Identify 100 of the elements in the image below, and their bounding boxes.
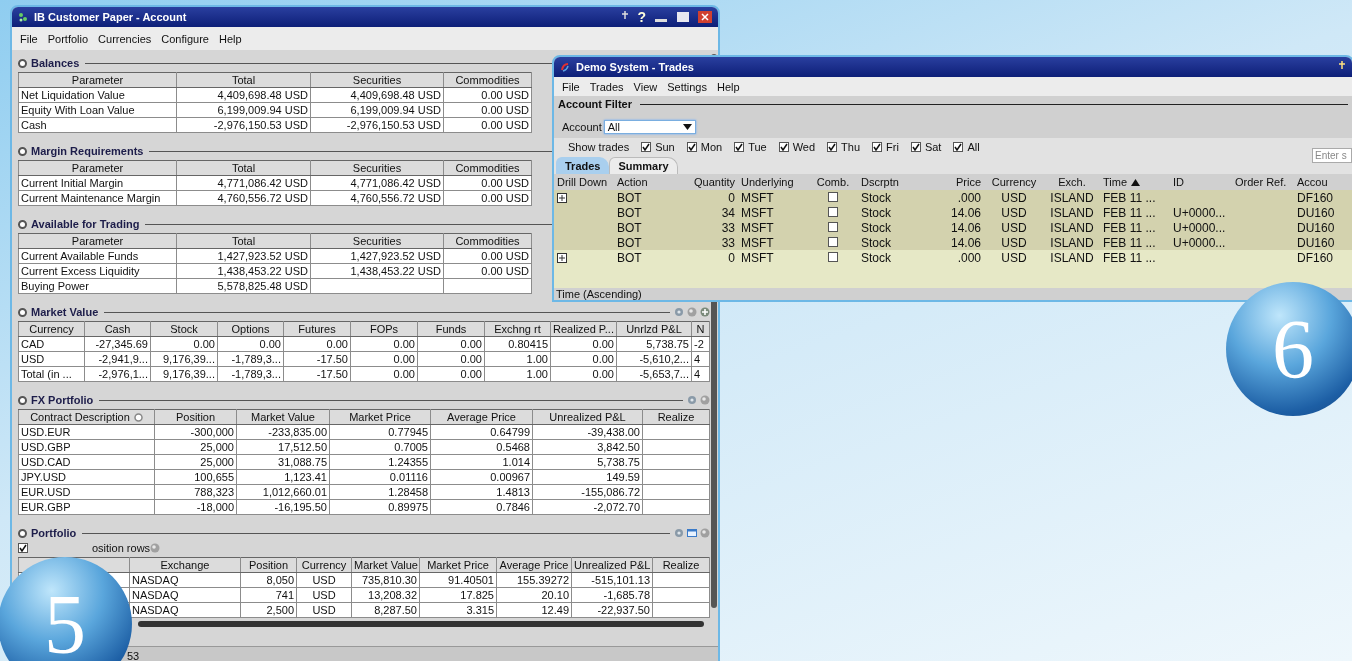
- table-row[interactable]: BOT 33 MSFT Stock 14.06 USD ISLAND FEB 11 ... U+0000... DU160: [554, 235, 1352, 250]
- column-header[interactable]: Market Price: [329, 409, 431, 425]
- column-header[interactable]: Futures: [283, 321, 351, 337]
- column-header[interactable]: Stock: [150, 321, 218, 337]
- checkbox[interactable]: [828, 251, 838, 262]
- column-header[interactable]: Cash: [84, 321, 151, 337]
- column-header[interactable]: Exch.: [1044, 174, 1100, 190]
- scrollbar[interactable]: [138, 621, 704, 627]
- sort-ascending-icon[interactable]: [1131, 178, 1141, 186]
- column-header[interactable]: Market Price: [419, 557, 497, 573]
- checkbox[interactable]: [734, 142, 745, 152]
- collapse-icon[interactable]: [18, 528, 27, 538]
- checkbox[interactable]: [18, 543, 28, 553]
- column-header[interactable]: Unrealized P&L: [571, 557, 653, 573]
- menu-item[interactable]: Portfolio: [47, 33, 89, 45]
- table-row[interactable]: BOT 0 MSFT Stock .000 USD ISLAND FEB 11 ... DF160: [554, 250, 1352, 265]
- column-header[interactable]: Total: [176, 160, 311, 176]
- expand-icon[interactable]: [557, 192, 567, 203]
- menu-item[interactable]: Currencies: [98, 33, 152, 45]
- column-header[interactable]: Comb.: [808, 174, 858, 190]
- table-cell: ISLAND: [1044, 235, 1100, 250]
- column-header[interactable]: Currency: [984, 174, 1044, 190]
- collapse-icon[interactable]: [18, 395, 27, 405]
- column-header[interactable]: ID: [1170, 174, 1232, 190]
- column-header[interactable]: Exchng rt: [484, 321, 551, 337]
- help-button[interactable]: ?: [637, 9, 646, 25]
- column-header[interactable]: Securities: [310, 72, 444, 88]
- column-header[interactable]: Quantity: [676, 174, 738, 190]
- column-header[interactable]: Funds: [417, 321, 485, 337]
- column-header[interactable]: Order Ref.: [1232, 174, 1294, 190]
- column-header[interactable]: Currency: [18, 321, 85, 337]
- table-row[interactable]: BOT 0 MSFT Stock .000 USD ISLAND FEB 11 ... DF160: [554, 190, 1352, 205]
- account-dropdown[interactable]: All: [603, 120, 696, 134]
- column-header[interactable]: Market Value: [351, 557, 420, 573]
- column-header[interactable]: Parameter: [18, 160, 177, 176]
- column-header[interactable]: Currency: [296, 557, 352, 573]
- column-header[interactable]: Securities: [310, 160, 444, 176]
- menu-item[interactable]: Trades: [589, 81, 624, 93]
- collapse-icon[interactable]: [18, 307, 27, 317]
- column-header[interactable]: Parameter: [18, 72, 177, 88]
- checkbox[interactable]: [828, 221, 838, 232]
- column-header[interactable]: Securities: [310, 233, 444, 249]
- search-field[interactable]: Enter s: [1312, 148, 1352, 163]
- column-header[interactable]: Underlying: [738, 174, 808, 190]
- checkbox[interactable]: [686, 142, 697, 152]
- table-row[interactable]: BOT 34 MSFT Stock 14.06 USD ISLAND FEB 11 ... U+0000... DU160: [554, 205, 1352, 220]
- column-header[interactable]: Unrlzd P&L: [616, 321, 692, 337]
- column-header[interactable]: Action: [614, 174, 676, 190]
- column-header[interactable]: Realized P...: [550, 321, 617, 337]
- column-header[interactable]: Accou: [1294, 174, 1352, 190]
- column-header[interactable]: FOPs: [350, 321, 418, 337]
- menu-item[interactable]: Help: [219, 33, 242, 45]
- column-header[interactable]: Position: [240, 557, 297, 573]
- column-header[interactable]: Realize: [652, 557, 710, 573]
- circle-icon[interactable]: [133, 412, 143, 422]
- maximize-icon[interactable]: [676, 11, 690, 23]
- checkbox[interactable]: [641, 142, 652, 152]
- column-header[interactable]: Average Price: [496, 557, 572, 573]
- column-header[interactable]: Price: [924, 174, 984, 190]
- checkbox[interactable]: [778, 142, 789, 152]
- column-header[interactable]: Total: [176, 233, 311, 249]
- checkbox[interactable]: [828, 206, 838, 217]
- collapse-icon[interactable]: [18, 58, 27, 68]
- checkbox[interactable]: [872, 142, 883, 152]
- table-cell: NASDAQ: [129, 587, 241, 603]
- checkbox[interactable]: [953, 142, 964, 152]
- plus-icon[interactable]: [700, 307, 710, 317]
- column-header[interactable]: Realize: [642, 409, 710, 425]
- status-text: Time (Ascending): [556, 288, 642, 300]
- checkbox[interactable]: [828, 236, 838, 247]
- window-icon[interactable]: [687, 528, 697, 538]
- menu-item[interactable]: Settings: [667, 81, 707, 93]
- menu-item[interactable]: File: [20, 33, 38, 45]
- column-header[interactable]: Exchange: [129, 557, 241, 573]
- collapse-icon[interactable]: [18, 146, 27, 156]
- menu-item[interactable]: Help: [716, 81, 740, 93]
- menu-item[interactable]: File: [562, 81, 580, 93]
- menu-item[interactable]: View: [633, 81, 658, 93]
- checkbox[interactable]: [910, 142, 921, 152]
- column-header[interactable]: Average Price: [430, 409, 533, 425]
- column-header[interactable]: Commodities: [443, 160, 532, 176]
- table-row[interactable]: BOT 33 MSFT Stock 14.06 USD ISLAND FEB 11 ... U+0000... DU160: [554, 220, 1352, 235]
- tab[interactable]: Summary: [609, 157, 678, 174]
- column-header[interactable]: Market Value: [236, 409, 330, 425]
- column-header[interactable]: Dscrptn: [858, 174, 924, 190]
- collapse-icon[interactable]: [18, 219, 27, 229]
- tab[interactable]: Trades: [556, 157, 610, 174]
- column-header[interactable]: Parameter: [18, 233, 177, 249]
- column-header[interactable]: Commodities: [443, 72, 532, 88]
- column-header[interactable]: Unrealized P&L: [532, 409, 643, 425]
- column-header[interactable]: Position: [154, 409, 237, 425]
- column-header[interactable]: Drill Down: [554, 174, 614, 190]
- column-header[interactable]: Total: [176, 72, 311, 88]
- close-icon[interactable]: [698, 11, 712, 23]
- column-header[interactable]: Commodities: [443, 233, 532, 249]
- checkbox[interactable]: [828, 191, 838, 202]
- column-header[interactable]: Options: [217, 321, 284, 337]
- expand-icon[interactable]: [557, 252, 567, 263]
- menu-item[interactable]: Configure: [161, 33, 209, 45]
- checkbox[interactable]: [827, 142, 838, 152]
